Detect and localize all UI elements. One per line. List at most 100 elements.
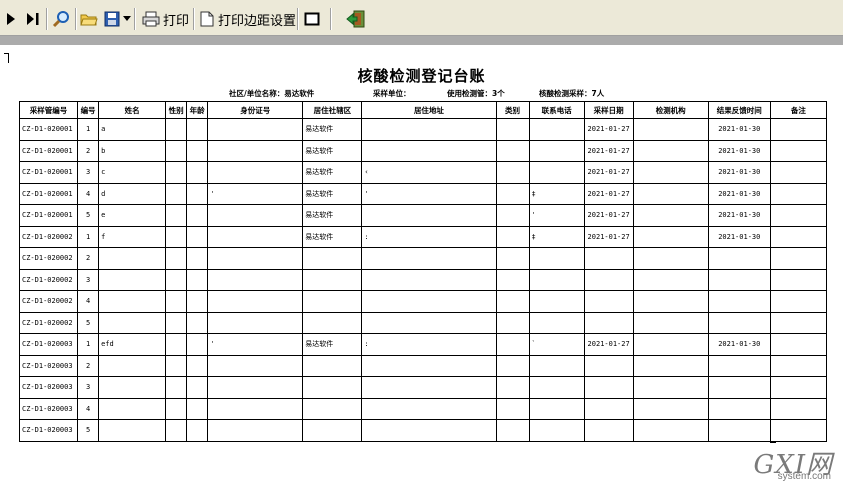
play-icon[interactable] — [6, 9, 16, 29]
table-cell: CZ-D1-020002 — [18, 290, 79, 313]
page-icon — [200, 11, 214, 27]
table-cell — [186, 118, 209, 141]
table-cell — [495, 182, 530, 205]
table-cell — [207, 225, 304, 248]
table-cell — [528, 161, 585, 184]
table-cell — [186, 225, 209, 248]
table-row: CZ-D1-020001 2 b 易达软件 2021-01-27 2021-01-30 — [18, 139, 828, 162]
table-cell — [98, 311, 167, 334]
column-header: 采样管编号 — [18, 101, 79, 119]
table-cell: a — [98, 118, 167, 141]
table-cell — [769, 354, 828, 377]
table-cell: CZ-D1-020002 — [18, 311, 79, 334]
table-cell — [707, 311, 771, 334]
table-cell: ‹ — [361, 161, 497, 184]
table-cell — [165, 419, 188, 442]
table-cell: ' — [207, 333, 304, 356]
table-cell — [207, 161, 304, 184]
last-page-icon[interactable] — [26, 9, 40, 29]
table-cell — [583, 419, 634, 442]
save-dropdown-arrow-icon[interactable] — [123, 9, 131, 29]
table-cell: 3 — [77, 268, 100, 291]
table-cell — [302, 419, 363, 442]
table-cell — [361, 247, 497, 270]
column-header: 编号 — [77, 101, 100, 119]
table-row: CZ-D1-020002 4 — [18, 290, 828, 313]
table-cell — [707, 247, 771, 270]
table-cell — [98, 247, 167, 270]
save-icon[interactable] — [104, 9, 120, 29]
table-cell — [528, 354, 585, 377]
table-cell: 2021-01-27 — [583, 139, 634, 162]
table-cell — [495, 419, 530, 442]
print-button[interactable]: 打印 — [142, 9, 189, 29]
table-row: CZ-D1-020003 1 efd ' 易达软件: ` 2021-01-27 2021-01… — [18, 333, 828, 356]
table-cell: CZ-D1-020003 — [18, 376, 79, 399]
table-row: CZ-D1-020003 5 — [18, 419, 828, 442]
open-folder-icon[interactable] — [80, 9, 98, 29]
table-cell: 易达软件 — [302, 182, 363, 205]
table-cell: 1 — [77, 225, 100, 248]
table-cell: 3 — [77, 376, 100, 399]
table-cell — [165, 247, 188, 270]
fullscreen-icon[interactable] — [304, 9, 320, 29]
table-cell — [528, 247, 585, 270]
table-cell: ‡ — [528, 225, 585, 248]
table-cell — [207, 419, 304, 442]
table-cell: CZ-D1-020002 — [18, 225, 79, 248]
table-cell: 5 — [77, 311, 100, 334]
table-cell: ' — [528, 204, 585, 227]
table-cell — [186, 419, 209, 442]
community-info: 社区/单位名称：易达软件 — [229, 89, 315, 98]
exit-icon[interactable] — [346, 9, 366, 29]
table-cell — [583, 247, 634, 270]
print-margin-settings-button[interactable]: 打印边距设置 — [200, 9, 296, 29]
print-label: 打印 — [163, 13, 190, 29]
table-cell — [207, 290, 304, 313]
table-cell — [769, 139, 828, 162]
table-cell — [361, 419, 497, 442]
table-cell — [361, 139, 497, 162]
table-cell: 2021-01-27 — [583, 225, 634, 248]
table-cell — [495, 118, 530, 141]
table-cell — [207, 247, 304, 270]
table-cell — [98, 354, 167, 377]
table-cell — [632, 290, 709, 313]
table-cell — [186, 333, 209, 356]
table-cell — [495, 333, 530, 356]
table-cell — [707, 290, 771, 313]
table-cell: CZ-D1-020002 — [18, 268, 79, 291]
table-cell — [632, 268, 709, 291]
column-header: 居住社辖区 — [302, 101, 363, 119]
table-cell — [207, 311, 304, 334]
table-cell: CZ-D1-020003 — [18, 419, 79, 442]
table-cell — [583, 311, 634, 334]
table-cell — [495, 225, 530, 248]
table-cell — [186, 397, 209, 420]
table-cell: 2021-01-27 — [583, 182, 634, 205]
table-row: CZ-D1-020001 5 e 易达软件 ' 2021-01-27 2021-01-30 — [18, 204, 828, 227]
table-cell — [769, 268, 828, 291]
column-header: 姓名 — [98, 101, 167, 119]
table-cell — [769, 182, 828, 205]
zoom-icon[interactable] — [52, 9, 70, 29]
table-cell — [302, 311, 363, 334]
tubes-used-info: 使用检测管：3个 — [447, 89, 505, 98]
table-cell: : — [361, 333, 497, 356]
printer-icon — [142, 11, 160, 27]
column-header: 居住地址 — [361, 101, 497, 119]
table-cell: ' — [207, 182, 304, 205]
column-header: 采样日期 — [583, 101, 634, 119]
print-margin-label: 打印边距设置 — [218, 13, 297, 29]
table-cell: f — [98, 225, 167, 248]
table-cell — [632, 225, 709, 248]
table-cell — [361, 118, 497, 141]
table-cell — [186, 161, 209, 184]
table-cell: 易达软件 — [302, 118, 363, 141]
table-cell — [495, 268, 530, 291]
table-cell: CZ-D1-020003 — [18, 397, 79, 420]
table-cell: 易达软件 — [302, 161, 363, 184]
table-cell — [707, 397, 771, 420]
table-cell: 2 — [77, 247, 100, 270]
table-cell: ` — [528, 333, 585, 356]
